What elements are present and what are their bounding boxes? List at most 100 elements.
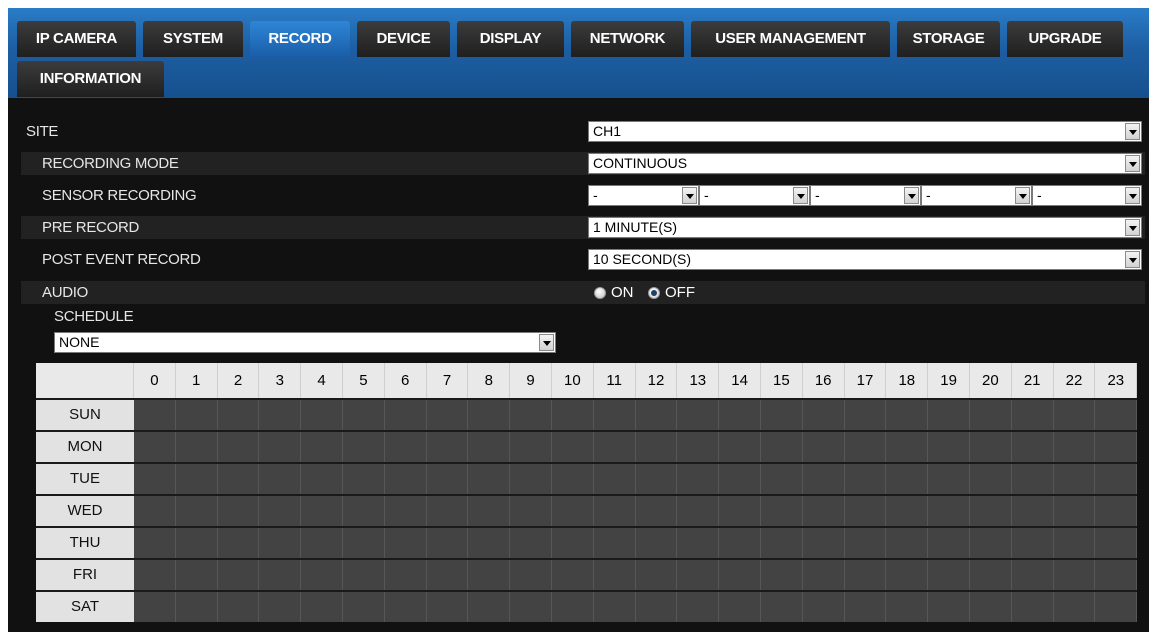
schedule-slot[interactable] <box>426 432 469 462</box>
audio-off-label[interactable]: OFF <box>665 285 695 301</box>
tab-record[interactable]: RECORD <box>250 21 350 57</box>
schedule-slot[interactable] <box>175 432 218 462</box>
schedule-slot[interactable] <box>134 400 176 430</box>
schedule-slot[interactable] <box>886 400 929 430</box>
schedule-slot[interactable] <box>677 400 720 430</box>
pre-record-select[interactable]: 1 MINUTE(S) <box>588 217 1142 238</box>
schedule-slot[interactable] <box>384 496 427 526</box>
schedule-slot[interactable] <box>343 400 385 430</box>
schedule-slot[interactable] <box>301 560 343 590</box>
schedule-slot[interactable] <box>635 592 678 622</box>
schedule-slot[interactable] <box>175 592 218 622</box>
schedule-slot[interactable] <box>970 592 1012 622</box>
schedule-slot[interactable] <box>217 592 260 622</box>
schedule-slot[interactable] <box>301 432 343 462</box>
schedule-slot[interactable] <box>1011 528 1054 558</box>
schedule-slot[interactable] <box>552 400 594 430</box>
schedule-slot[interactable] <box>343 528 385 558</box>
schedule-slot[interactable] <box>719 432 761 462</box>
schedule-slot[interactable] <box>1095 432 1138 462</box>
tab-storage[interactable]: STORAGE <box>897 21 1000 57</box>
schedule-slot[interactable] <box>886 560 929 590</box>
schedule-slot[interactable] <box>886 528 929 558</box>
schedule-slot[interactable] <box>1011 560 1054 590</box>
schedule-slot[interactable] <box>259 400 302 430</box>
schedule-slot[interactable] <box>635 400 678 430</box>
schedule-slot[interactable] <box>761 464 803 494</box>
schedule-slot[interactable] <box>259 496 302 526</box>
site-select[interactable]: CH1 <box>588 121 1142 142</box>
schedule-slot[interactable] <box>970 496 1012 526</box>
schedule-slot[interactable] <box>1011 496 1054 526</box>
schedule-slot[interactable] <box>802 528 845 558</box>
schedule-slot[interactable] <box>134 496 176 526</box>
schedule-slot[interactable] <box>175 464 218 494</box>
schedule-slot[interactable] <box>761 560 803 590</box>
recording-mode-select[interactable]: CONTINUOUS <box>588 153 1142 174</box>
schedule-slot[interactable] <box>134 560 176 590</box>
schedule-slot[interactable] <box>343 496 385 526</box>
schedule-slot[interactable] <box>1095 464 1138 494</box>
sensor-select-3[interactable]: - <box>810 185 921 206</box>
tab-user-management[interactable]: USER MANAGEMENT <box>691 21 890 57</box>
schedule-slot[interactable] <box>552 560 594 590</box>
schedule-slot[interactable] <box>1095 592 1138 622</box>
schedule-slot[interactable] <box>761 432 803 462</box>
schedule-slot[interactable] <box>1095 560 1138 590</box>
schedule-slot[interactable] <box>426 496 469 526</box>
schedule-slot[interactable] <box>928 560 970 590</box>
schedule-slot[interactable] <box>635 496 678 526</box>
schedule-slot[interactable] <box>802 592 845 622</box>
schedule-slot[interactable] <box>593 432 636 462</box>
schedule-slot[interactable] <box>301 400 343 430</box>
schedule-slot[interactable] <box>970 400 1012 430</box>
schedule-slot[interactable] <box>384 560 427 590</box>
tab-network[interactable]: NETWORK <box>571 21 684 57</box>
schedule-slot[interactable] <box>1011 400 1054 430</box>
schedule-slot[interactable] <box>259 528 302 558</box>
schedule-slot[interactable] <box>844 528 887 558</box>
schedule-slot[interactable] <box>802 496 845 526</box>
schedule-slot[interactable] <box>259 592 302 622</box>
schedule-slot[interactable] <box>552 432 594 462</box>
schedule-slot[interactable] <box>134 592 176 622</box>
schedule-slot[interactable] <box>802 560 845 590</box>
schedule-slot[interactable] <box>468 592 511 622</box>
schedule-slot[interactable] <box>635 528 678 558</box>
schedule-slot[interactable] <box>426 464 469 494</box>
schedule-slot[interactable] <box>844 496 887 526</box>
schedule-slot[interactable] <box>552 464 594 494</box>
schedule-slot[interactable] <box>970 432 1012 462</box>
schedule-slot[interactable] <box>593 496 636 526</box>
schedule-slot[interactable] <box>719 496 761 526</box>
schedule-slot[interactable] <box>301 592 343 622</box>
schedule-slot[interactable] <box>552 592 594 622</box>
tab-upgrade[interactable]: UPGRADE <box>1007 21 1123 57</box>
schedule-slot[interactable] <box>761 496 803 526</box>
schedule-slot[interactable] <box>719 560 761 590</box>
schedule-slot[interactable] <box>1095 528 1138 558</box>
schedule-slot[interactable] <box>510 496 552 526</box>
schedule-slot[interactable] <box>886 496 929 526</box>
schedule-slot[interactable] <box>343 592 385 622</box>
schedule-slot[interactable] <box>510 560 552 590</box>
schedule-slot[interactable] <box>301 528 343 558</box>
schedule-slot[interactable] <box>886 432 929 462</box>
schedule-slot[interactable] <box>468 560 511 590</box>
schedule-slot[interactable] <box>761 528 803 558</box>
tab-display[interactable]: DISPLAY <box>457 21 564 57</box>
schedule-slot[interactable] <box>886 464 929 494</box>
schedule-slot[interactable] <box>510 592 552 622</box>
tab-information[interactable]: INFORMATION <box>17 61 164 97</box>
schedule-slot[interactable] <box>259 560 302 590</box>
schedule-slot[interactable] <box>217 496 260 526</box>
schedule-slot[interactable] <box>468 432 511 462</box>
sensor-select-1[interactable]: - <box>588 185 699 206</box>
schedule-slot[interactable] <box>593 528 636 558</box>
audio-on-radio[interactable] <box>594 287 606 299</box>
schedule-slot[interactable] <box>677 496 720 526</box>
schedule-slot[interactable] <box>844 400 887 430</box>
schedule-slot[interactable] <box>384 464 427 494</box>
schedule-slot[interactable] <box>1053 464 1096 494</box>
schedule-slot[interactable] <box>259 432 302 462</box>
